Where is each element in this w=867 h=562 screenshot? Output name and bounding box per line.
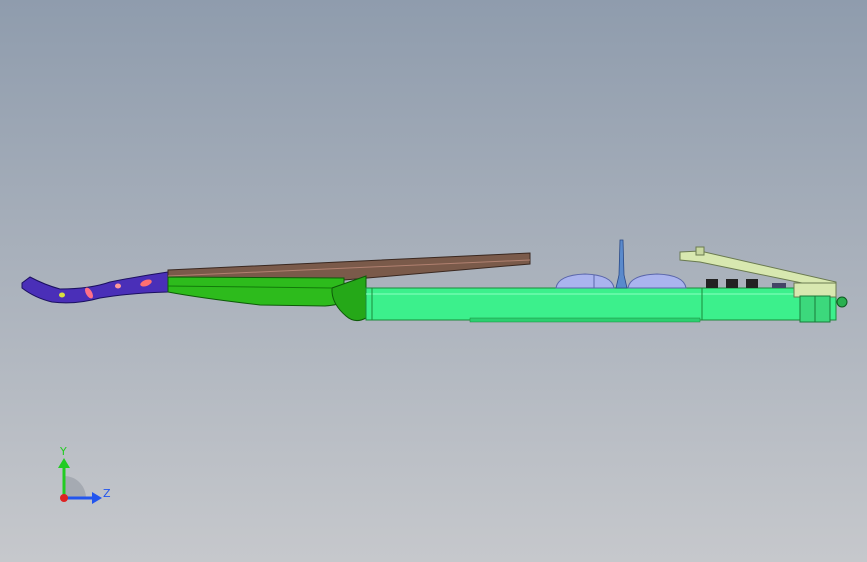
fingerboard-part[interactable] — [167, 252, 531, 281]
y-arrow-icon — [58, 458, 70, 468]
knob — [726, 279, 738, 288]
body-shape — [365, 287, 837, 321]
bridge-pin[interactable] — [615, 239, 628, 289]
knob — [772, 283, 786, 288]
cad-viewport[interactable]: Y Z — [0, 0, 867, 562]
neck-shape — [167, 276, 345, 307]
peg-hole — [59, 292, 65, 298]
y-axis-label: Y — [59, 445, 67, 458]
tailpiece-clip — [695, 246, 705, 256]
knob — [706, 279, 718, 288]
control-knobs[interactable] — [706, 279, 786, 288]
body-part[interactable] — [365, 287, 837, 323]
neck-part[interactable] — [167, 275, 367, 322]
tailpiece-block — [793, 282, 837, 298]
body-base — [469, 317, 701, 323]
fingerboard-shape — [167, 252, 531, 281]
coordinate-triad[interactable]: Y Z — [58, 445, 111, 504]
scroll-part[interactable] — [21, 271, 169, 304]
triad-quadrant — [64, 476, 86, 498]
bridge-pin-shape — [615, 239, 628, 289]
dome-right — [627, 273, 687, 289]
dome-left — [555, 273, 615, 289]
endpin — [836, 296, 848, 308]
z-axis-label: Z — [103, 487, 111, 500]
scroll-shape — [21, 271, 169, 304]
x-axis-dot — [60, 494, 68, 502]
peg-hole — [115, 283, 121, 289]
knob — [746, 279, 758, 288]
z-arrow-icon — [92, 492, 102, 504]
